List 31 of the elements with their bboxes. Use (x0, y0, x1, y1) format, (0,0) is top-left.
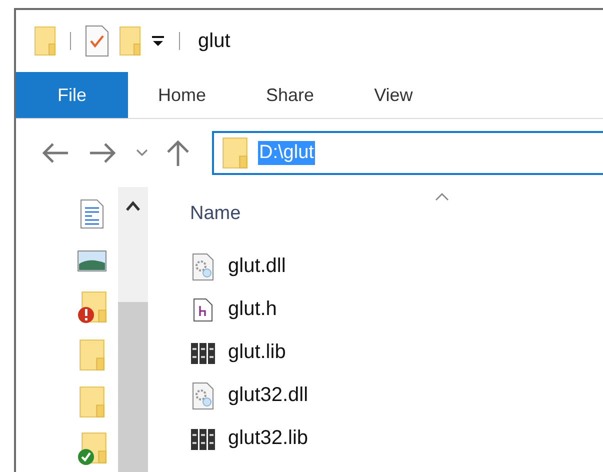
scrollbar[interactable] (118, 187, 148, 472)
books-icon (191, 428, 215, 450)
file-name[interactable]: glut.lib (228, 341, 286, 364)
file-name[interactable]: glut32.lib (228, 427, 308, 450)
sort-ascending-icon (435, 193, 449, 201)
document-icon[interactable] (80, 199, 104, 229)
file-name[interactable]: glut.dll (228, 255, 286, 278)
ribbon-tab[interactable]: View (344, 72, 443, 118)
file-menu-tab[interactable]: File (16, 72, 128, 118)
column-header[interactable]: Name (190, 203, 241, 225)
chevron-down-icon[interactable] (136, 149, 148, 157)
folder-icon (222, 137, 248, 169)
books-icon (191, 342, 215, 364)
forward-icon[interactable] (88, 141, 118, 165)
checklist-icon[interactable] (85, 25, 109, 57)
gear-file-icon (192, 252, 214, 280)
folder-warning-icon[interactable] (77, 291, 107, 325)
file-name[interactable]: glut.h (228, 298, 277, 321)
folder-check-icon[interactable] (77, 432, 107, 466)
ribbon-tab[interactable]: Home (128, 72, 236, 118)
window-title: glut (198, 30, 230, 52)
gear-file-icon (192, 382, 214, 410)
header-file-icon (193, 298, 213, 322)
image-icon[interactable] (77, 250, 107, 272)
file-name[interactable]: glut32.dll (228, 384, 308, 407)
dropdown-icon[interactable] (151, 34, 165, 48)
up-icon[interactable] (166, 139, 190, 167)
scrollbar-thumb[interactable] (118, 302, 148, 472)
ribbon-tab[interactable]: Share (236, 72, 344, 118)
back-icon[interactable] (40, 141, 70, 165)
scroll-up-icon[interactable] (126, 201, 140, 211)
